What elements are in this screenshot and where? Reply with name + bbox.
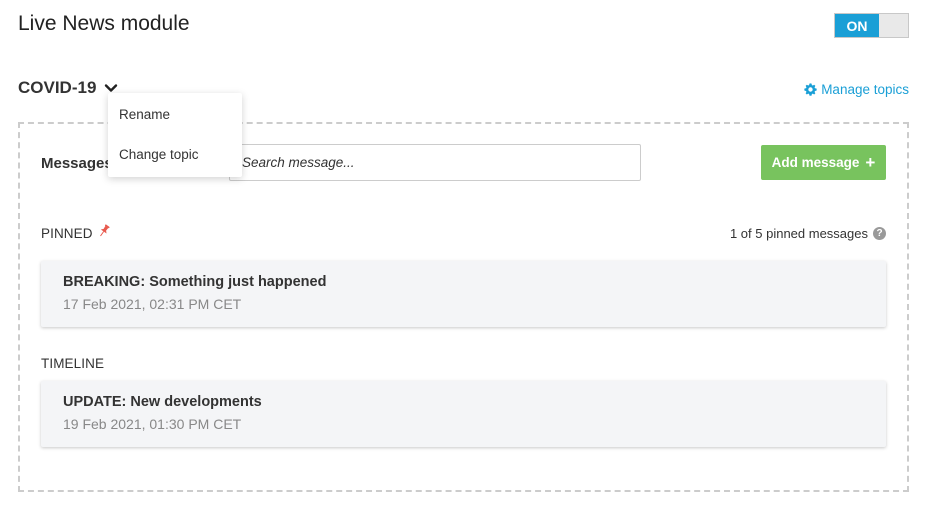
menu-item-change-topic[interactable]: Change topic <box>108 141 242 183</box>
manage-topics-link[interactable]: Manage topics <box>804 82 909 97</box>
pinned-count: 1 of 5 pinned messages ? <box>730 226 886 241</box>
pinned-label-text: PINNED <box>41 226 93 241</box>
gear-icon <box>804 83 817 96</box>
pinned-count-text: 1 of 5 pinned messages <box>729 226 868 241</box>
timeline-message-card[interactable]: UPDATE: New developments 19 Feb 2021, 01… <box>41 381 886 447</box>
topic-name: COVID-19 <box>18 78 97 97</box>
pin-icon <box>97 223 111 238</box>
topic-selector[interactable]: COVID-19 <box>18 78 118 98</box>
pinned-section-label: PINNED <box>41 223 111 241</box>
messages-label: Messages <box>41 155 113 172</box>
topic-dropdown-menu: Rename Change topic <box>108 93 242 177</box>
pinned-message-card[interactable]: BREAKING: Something just happened 17 Feb… <box>41 261 886 327</box>
module-toggle[interactable]: ON <box>834 13 909 38</box>
timeline-section-label: TIMELINE <box>41 356 105 371</box>
message-title: BREAKING: Something just happened <box>63 274 327 290</box>
manage-topics-label: Manage topics <box>821 82 909 97</box>
search-input[interactable] <box>229 144 641 181</box>
message-title: UPDATE: New developments <box>63 394 262 410</box>
toggle-on-label: ON <box>835 14 879 37</box>
page-title: Live News module <box>18 12 190 35</box>
plus-icon: + <box>865 153 876 172</box>
add-message-label: Add message <box>771 155 860 170</box>
add-message-button[interactable]: Add message + <box>761 145 886 180</box>
message-date: 17 Feb 2021, 02:31 PM CET <box>63 296 242 312</box>
toggle-off-side <box>879 14 908 37</box>
help-icon[interactable]: ? <box>873 227 886 240</box>
message-date: 19 Feb 2021, 01:30 PM CET <box>63 416 242 432</box>
menu-item-rename[interactable]: Rename <box>108 99 242 141</box>
